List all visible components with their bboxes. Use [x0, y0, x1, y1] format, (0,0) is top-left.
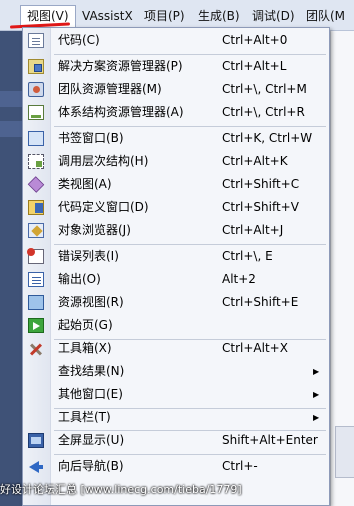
- menu-item-other-windows[interactable]: 其他窗口(E) ▶: [23, 383, 329, 406]
- menu-item-label: 工具箱(X): [58, 341, 112, 355]
- menu-item-call-hierarchy[interactable]: 调用层次结构(H) Ctrl+Alt+K: [23, 150, 329, 173]
- menu-item-shortcut: Ctrl+Shift+C: [222, 177, 300, 191]
- menu-item-shortcut: Ctrl+Alt+K: [222, 154, 288, 168]
- menu-item-label: 团队资源管理器(M): [58, 82, 162, 96]
- menu-debug[interactable]: 调试(D): [246, 6, 301, 26]
- menu-item-find-results[interactable]: 查找结果(N) ▶: [23, 360, 329, 383]
- submenu-arrow-icon: ▶: [313, 390, 320, 399]
- menu-item-error-list[interactable]: 错误列表(I) Ctrl+\, E: [23, 245, 329, 268]
- menu-item-label: 代码(C): [58, 33, 100, 47]
- menu-item-label: 类视图(A): [58, 177, 112, 191]
- editor-scroll-region[interactable]: [335, 426, 354, 478]
- menu-item-shortcut: Ctrl+-: [222, 459, 258, 473]
- menu-item-label: 体系结构资源管理器(A): [58, 105, 184, 119]
- menu-item-toolbars[interactable]: 工具栏(T) ▶: [23, 406, 329, 429]
- menu-item-shortcut: Ctrl+\, Ctrl+M: [222, 82, 307, 96]
- menu-item-label: 起始页(G): [58, 318, 113, 332]
- menu-item-navigate-back[interactable]: 向后导航(B) Ctrl+-: [23, 455, 329, 478]
- menu-build[interactable]: 生成(B): [192, 6, 246, 26]
- bookmark-window-icon: [28, 131, 44, 146]
- start-page-icon: [28, 318, 44, 333]
- submenu-arrow-icon: ▶: [313, 413, 320, 422]
- menu-item-label: 全屏显示(U): [58, 433, 125, 447]
- resource-view-icon: [28, 295, 44, 310]
- menu-item-code-definition[interactable]: 代码定义窗口(D) Ctrl+Shift+V: [23, 196, 329, 219]
- code-file-icon: [28, 33, 44, 48]
- menu-vassistx[interactable]: VAssistX: [76, 6, 139, 26]
- architecture-explorer-icon: [28, 105, 44, 120]
- menu-item-object-browser[interactable]: 对象浏览器(J) Ctrl+Alt+J: [23, 219, 329, 242]
- menu-item-label: 其他窗口(E): [58, 387, 123, 401]
- menu-item-shortcut: Ctrl+Shift+E: [222, 295, 299, 309]
- error-list-icon: [27, 248, 44, 264]
- menu-item-shortcut: Alt+2: [222, 272, 256, 286]
- editor-tab-strip: [0, 121, 22, 137]
- code-definition-icon: [28, 200, 44, 215]
- menu-item-shortcut: Shift+Alt+Enter: [222, 433, 318, 447]
- menu-team[interactable]: 团队(M: [300, 6, 351, 26]
- menu-item-shortcut: Ctrl+Shift+V: [222, 200, 299, 214]
- navigate-back-icon: [28, 459, 44, 474]
- menu-item-shortcut: Ctrl+Alt+X: [222, 341, 288, 355]
- menu-item-bookmark-window[interactable]: 书签窗口(B) Ctrl+K, Ctrl+W: [23, 127, 329, 150]
- menu-item-label: 向后导航(B): [58, 459, 124, 473]
- object-browser-icon: [28, 223, 44, 238]
- menu-item-shortcut: Ctrl+K, Ctrl+W: [222, 131, 313, 145]
- menu-item-label: 解决方案资源管理器(P): [58, 59, 183, 73]
- menu-item-architecture-explorer[interactable]: 体系结构资源管理器(A) Ctrl+\, Ctrl+R: [23, 101, 329, 124]
- menu-item-label: 代码定义窗口(D): [58, 200, 149, 214]
- view-menu-dropdown: 代码(C) Ctrl+Alt+0 解决方案资源管理器(P) Ctrl+Alt+L…: [22, 27, 330, 506]
- menu-item-shortcut: Ctrl+Alt+0: [222, 33, 288, 47]
- menu-item-team-explorer[interactable]: 团队资源管理器(M) Ctrl+\, Ctrl+M: [23, 78, 329, 101]
- menu-item-resource-view[interactable]: 资源视图(R) Ctrl+Shift+E: [23, 291, 329, 314]
- menu-item-label: 资源视图(R): [58, 295, 124, 309]
- menu-item-start-page[interactable]: 起始页(G): [23, 314, 329, 337]
- menu-project[interactable]: 项目(P): [138, 6, 191, 26]
- output-icon: [28, 272, 44, 287]
- menu-item-output[interactable]: 输出(O) Alt+2: [23, 268, 329, 291]
- editor-tab-strip: [0, 91, 22, 107]
- menu-item-toolbox[interactable]: 工具箱(X) Ctrl+Alt+X: [23, 337, 329, 360]
- editor-left-margin: [0, 31, 22, 506]
- menu-item-label: 查找结果(N): [58, 364, 125, 378]
- call-hierarchy-icon: [28, 154, 44, 169]
- menu-item-shortcut: Ctrl+Alt+J: [222, 223, 284, 237]
- menu-item-shortcut: Ctrl+\, Ctrl+R: [222, 105, 305, 119]
- forum-watermark: 好设计论坛汇总 [www.linecg.com/tieba/1779]: [0, 483, 242, 496]
- menu-item-class-view[interactable]: 类视图(A) Ctrl+Shift+C: [23, 173, 329, 196]
- class-view-icon: [27, 176, 45, 193]
- menu-item-label: 错误列表(I): [58, 249, 119, 263]
- submenu-arrow-icon: ▶: [313, 367, 320, 376]
- menu-item-full-screen[interactable]: 全屏显示(U) Shift+Alt+Enter: [23, 429, 329, 452]
- solution-explorer-icon: [28, 59, 44, 74]
- menu-item-shortcut: Ctrl+\, E: [222, 249, 273, 263]
- menu-item-solution-explorer[interactable]: 解决方案资源管理器(P) Ctrl+Alt+L: [23, 55, 329, 78]
- menu-item-label: 书签窗口(B): [58, 131, 124, 145]
- editor-right-margin: [330, 31, 354, 506]
- menu-item-shortcut: Ctrl+Alt+L: [222, 59, 287, 73]
- menu-item-label: 工具栏(T): [58, 410, 111, 424]
- full-screen-icon: [28, 433, 44, 448]
- menu-item-label: 调用层次结构(H): [58, 154, 149, 168]
- menu-item-label: 对象浏览器(J): [58, 223, 131, 237]
- toolbox-icon: [28, 341, 44, 356]
- team-explorer-icon: [28, 82, 44, 97]
- menu-item-code[interactable]: 代码(C) Ctrl+Alt+0: [23, 29, 329, 52]
- menu-item-label: 输出(O): [58, 272, 101, 286]
